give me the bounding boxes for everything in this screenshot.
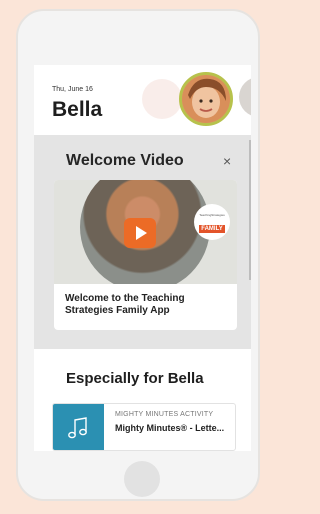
family-app-logo: TeachingStrategies FAMILY: [194, 204, 230, 240]
activity-type: MIGHTY MINUTES ACTIVITY: [115, 411, 214, 418]
section-title: Especially for Bella: [66, 370, 204, 387]
child-name: Bella: [52, 98, 103, 121]
scrollbar[interactable]: [249, 140, 251, 280]
welcome-title: Welcome Video: [66, 152, 184, 169]
welcome-panel: Welcome Video × TeachingStrategies FAMIL…: [34, 135, 251, 349]
welcome-video-card[interactable]: TeachingStrategies FAMILY Welcome to the…: [54, 180, 237, 330]
avatar-selected[interactable]: [179, 72, 233, 126]
avatar-previous[interactable]: [142, 79, 182, 119]
date-label: Thu, June 16: [52, 86, 93, 93]
video-title: Welcome to the Teaching Strategies Famil…: [65, 293, 185, 316]
activity-tile: [53, 404, 104, 450]
child-photo-icon: [182, 75, 230, 123]
play-icon[interactable]: [124, 218, 156, 248]
activity-card[interactable]: MIGHTY MINUTES ACTIVITY Mighty Minutes® …: [52, 403, 236, 451]
app-screen: Thu, June 16 Bella Welcome Video × Teach…: [34, 65, 251, 451]
header: Thu, June 16 Bella: [34, 65, 251, 135]
video-thumbnail[interactable]: TeachingStrategies FAMILY: [54, 180, 237, 284]
close-icon[interactable]: ×: [223, 153, 231, 169]
activity-name: Mighty Minutes® - Lette...: [115, 423, 225, 433]
home-button[interactable]: [124, 461, 160, 497]
avatar-next[interactable]: [239, 77, 251, 117]
music-note-icon: [68, 417, 87, 439]
logo-brand-text: TeachingStrategies: [199, 213, 225, 217]
logo-family-text: FAMILY: [199, 225, 225, 233]
